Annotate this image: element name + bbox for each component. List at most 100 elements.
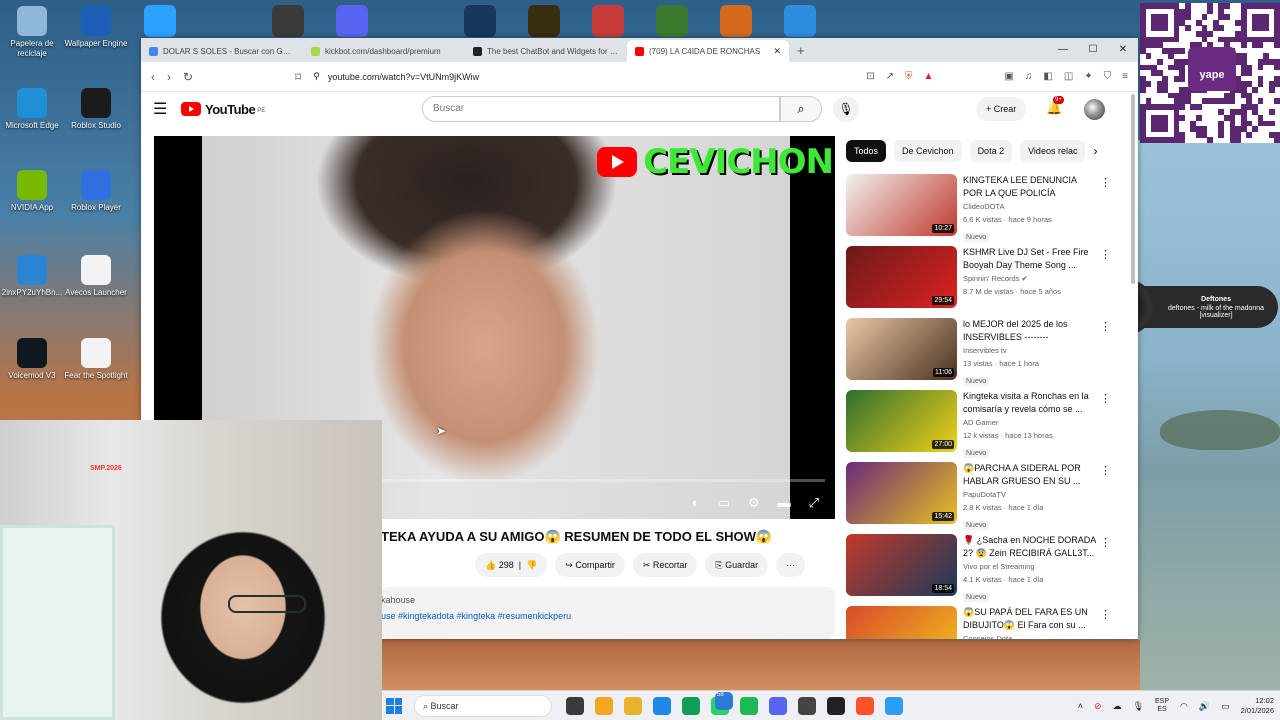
- video-thumbnail[interactable]: 18:54: [846, 534, 957, 596]
- taskbar-app-icon[interactable]: [827, 696, 845, 715]
- recommended-video[interactable]: 18:54 🌹 ¿Sacha en NOCHE DORADA 2? 😨 Zein …: [846, 534, 1111, 606]
- more-options-icon[interactable]: ⋮: [1100, 320, 1111, 333]
- install-icon[interactable]: ⊡: [866, 71, 874, 82]
- taskbar-app-icon[interactable]: [798, 696, 816, 715]
- close-icon[interactable]: ✕: [1108, 38, 1138, 62]
- video-title[interactable]: 😱PARCHA A SIDERAL POR HABLAR GRUESO EN S…: [963, 462, 1097, 488]
- desktop-shortcut[interactable]: Voicemod V3: [0, 338, 64, 381]
- desktop-app-icon[interactable]: [144, 5, 176, 37]
- ai-icon[interactable]: ✦: [1084, 71, 1092, 82]
- save-button[interactable]: ⎘ Guardar: [705, 553, 769, 577]
- video-thumbnail[interactable]: 27:00: [846, 390, 957, 452]
- taskbar-app-icon[interactable]: [856, 696, 874, 715]
- taskbar-app-icon[interactable]: [653, 696, 671, 715]
- fullscreen-icon[interactable]: ⤢: [809, 495, 819, 511]
- more-options-icon[interactable]: ⋮: [1100, 536, 1111, 549]
- desktop-shortcut[interactable]: Roblox Studio: [64, 88, 128, 131]
- more-options-icon[interactable]: ⋮: [1100, 608, 1111, 621]
- url-field[interactable]: ⚲ youtube.com/watch?v=VtUNm9jKWiw: [313, 66, 854, 88]
- clip-button[interactable]: ✂ Recortar: [632, 553, 698, 577]
- wallet-icon[interactable]: ▣: [1004, 71, 1013, 82]
- more-options-icon[interactable]: ⋮: [1100, 176, 1111, 189]
- video-thumbnail[interactable]: 15:42: [846, 462, 957, 524]
- share-button[interactable]: ↪ Compartir: [555, 553, 625, 577]
- recommended-video[interactable]: 10:27 KINGTEKA LEE DENUNCIA POR LA QUE PO…: [846, 174, 1111, 246]
- taskbar-app-icon[interactable]: [682, 696, 700, 715]
- bookmark-icon[interactable]: ⌑: [295, 70, 301, 84]
- scrollbar[interactable]: [1130, 94, 1136, 634]
- desktop-shortcut[interactable]: 2inxPY2uYhBn...: [0, 255, 64, 298]
- browser-tab[interactable]: kickbot.com/dashboard/premium: [303, 40, 465, 62]
- desktop-app-icon[interactable]: [784, 5, 816, 37]
- taskbar-app-icon[interactable]: [566, 696, 584, 715]
- desktop-shortcut[interactable]: Fear the Spotlight: [64, 338, 128, 381]
- desktop-app-icon[interactable]: [656, 5, 688, 37]
- chat-icon[interactable]: ◫: [1064, 71, 1073, 82]
- rewards-icon[interactable]: ▲: [924, 71, 934, 82]
- vpn-icon[interactable]: ⛉: [1104, 71, 1112, 82]
- taskbar-app-icon[interactable]: [769, 696, 787, 715]
- video-title[interactable]: Kingteka visita a Ronchas en la comisarí…: [963, 390, 1097, 416]
- music-icon[interactable]: ♫: [1025, 71, 1033, 82]
- youtube-logo[interactable]: YouTube PE: [181, 102, 265, 117]
- back-icon[interactable]: ‹: [151, 70, 155, 84]
- desktop-app-icon[interactable]: [720, 5, 752, 37]
- description-tags[interactable]: use #kingtekadota #kingteka #resumenkick…: [381, 611, 835, 621]
- autoplay-toggle-icon[interactable]: ◐: [692, 495, 700, 511]
- video-title[interactable]: KINGTEKA LEE DENUNCIA POR LA QUE POLICÍA…: [963, 174, 1097, 200]
- notifications-icon[interactable]: 🔔 9+: [1046, 96, 1064, 116]
- search-button[interactable]: ⌕: [780, 96, 822, 122]
- filter-chip[interactable]: De Cevichon: [894, 140, 962, 162]
- desktop-shortcut[interactable]: Microsoft Edge: [0, 88, 64, 131]
- volume-icon[interactable]: 🔊: [1199, 701, 1210, 712]
- theater-mode-icon[interactable]: ▬: [778, 495, 791, 511]
- desktop-shortcut[interactable]: Roblox Player: [64, 170, 128, 213]
- filter-chip[interactable]: Videos relac: [1020, 140, 1086, 162]
- chevron-right-icon[interactable]: ›: [1093, 140, 1097, 162]
- search-input[interactable]: Buscar: [422, 96, 780, 122]
- browser-tab[interactable]: (709) LA C4IDA DE RONCHAS ✕: [627, 40, 789, 62]
- desktop-shortcut[interactable]: Papelera de reciclaje: [0, 6, 64, 59]
- video-title[interactable]: 🌹 ¿Sacha en NOCHE DORADA 2? 😨 Zein RECIB…: [963, 534, 1097, 560]
- taskbar-search[interactable]: ⌕ Buscar: [414, 694, 552, 717]
- cloud-icon[interactable]: ☁: [1113, 701, 1122, 712]
- battery-icon[interactable]: ▭: [1221, 701, 1230, 712]
- recommended-video[interactable]: 😱SU PAPÁ DEL FARA ES UN DIBUJITO😱 El Far…: [846, 606, 1111, 639]
- desktop-app-icon[interactable]: [592, 5, 624, 37]
- subtitles-icon[interactable]: ▭: [718, 495, 730, 511]
- desktop-app-icon[interactable]: [528, 5, 560, 37]
- video-thumbnail[interactable]: [846, 606, 957, 639]
- more-options-icon[interactable]: ⋮: [1100, 248, 1111, 261]
- site-info-icon[interactable]: ⚲: [313, 71, 320, 82]
- video-title[interactable]: 😱SU PAPÁ DEL FARA ES UN DIBUJITO😱 El Far…: [963, 606, 1097, 632]
- video-thumbnail[interactable]: 10:27: [846, 174, 957, 236]
- desktop-app-icon[interactable]: [336, 5, 368, 37]
- mic-icon[interactable]: 🎙: [1133, 701, 1144, 712]
- filter-chip[interactable]: Todos: [846, 140, 887, 162]
- desktop-shortcut[interactable]: Avecos Launcher: [64, 255, 128, 298]
- share-icon[interactable]: ↗: [886, 71, 894, 82]
- hamburger-menu-icon[interactable]: ☰: [153, 99, 177, 119]
- desktop-app-icon[interactable]: [464, 5, 496, 37]
- brave-shield-icon[interactable]: ⛨: [905, 71, 913, 82]
- like-button[interactable]: 👍 298 | 👎: [475, 553, 548, 577]
- close-tab-icon[interactable]: ✕: [773, 46, 781, 57]
- language-indicator[interactable]: ESP ES: [1155, 698, 1169, 714]
- new-tab-button[interactable]: +: [789, 40, 813, 62]
- voice-search-icon[interactable]: 🎙: [833, 96, 859, 122]
- filter-chip[interactable]: Dota 2: [969, 140, 1013, 162]
- create-button[interactable]: + Crear: [976, 97, 1027, 121]
- windows-start-icon[interactable]: [386, 697, 402, 714]
- desktop-app-icon[interactable]: [272, 5, 304, 37]
- scrollbar-thumb[interactable]: [1131, 94, 1135, 284]
- video-thumbnail[interactable]: 29:54: [846, 246, 957, 308]
- minimize-icon[interactable]: —: [1048, 38, 1078, 62]
- taskbar-app-icon[interactable]: [740, 696, 758, 715]
- network-error-icon[interactable]: ⊘: [1094, 701, 1102, 712]
- video-title[interactable]: KSHMR Live DJ Set - Free Fire Booyah Day…: [963, 246, 1097, 272]
- desktop-shortcut[interactable]: NVIDIA App: [0, 170, 64, 213]
- taskbar-app-icon[interactable]: [624, 696, 642, 715]
- taskbar-app-icon[interactable]: [885, 696, 903, 715]
- clock[interactable]: 12:02 2/01/2026: [1241, 696, 1274, 716]
- maximize-icon[interactable]: ☐: [1078, 38, 1108, 62]
